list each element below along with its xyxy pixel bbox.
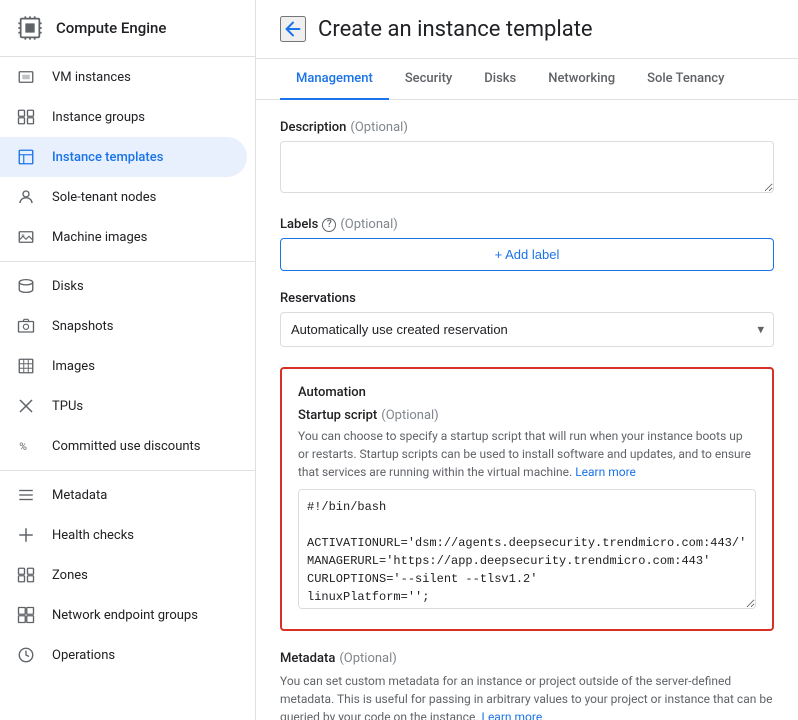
svg-text:%: % xyxy=(19,440,27,453)
tpus-icon xyxy=(16,396,36,416)
sidebar-item-label-disks: Disks xyxy=(52,279,84,294)
labels-optional: (Optional) xyxy=(340,217,397,232)
sidebar-item-metadata[interactable]: Metadata xyxy=(0,475,247,515)
description-input[interactable] xyxy=(280,141,774,193)
add-label-button[interactable]: + Add label xyxy=(280,238,774,271)
automation-title: Automation xyxy=(298,385,756,400)
description-label: Description (Optional) xyxy=(280,120,774,135)
metadata-optional: (Optional) xyxy=(339,651,396,666)
back-button[interactable] xyxy=(280,16,306,42)
tab-sole-tenancy[interactable]: Sole Tenancy xyxy=(631,59,740,100)
sidebar-item-label-machine-images: Machine images xyxy=(52,230,147,245)
startup-script-input[interactable]: #!/bin/bash ACTIVATIONURL='dsm://agents.… xyxy=(298,489,756,609)
tabs: Management Security Disks Networking Sol… xyxy=(256,59,798,100)
network-endpoint-groups-icon xyxy=(16,605,36,625)
sidebar-title: Compute Engine xyxy=(56,19,166,37)
sole-tenant-nodes-icon xyxy=(16,187,36,207)
sidebar-item-label-health-checks: Health checks xyxy=(52,528,134,543)
reservations-section: Reservations Automatically use created r… xyxy=(280,291,774,347)
sidebar-divider-2 xyxy=(0,470,255,471)
sidebar-item-label-snapshots: Snapshots xyxy=(52,319,114,334)
sidebar-item-machine-images[interactable]: Machine images xyxy=(0,217,247,257)
sidebar-item-committed-use-discounts[interactable]: % Committed use discounts xyxy=(0,426,247,466)
labels-label: Labels ? (Optional) xyxy=(280,217,774,232)
health-checks-icon xyxy=(16,525,36,545)
sidebar-item-label-operations: Operations xyxy=(52,648,115,663)
reservations-select-wrapper: Automatically use created reservationSel… xyxy=(280,312,774,347)
sidebar-item-sole-tenant-nodes[interactable]: Sole-tenant nodes xyxy=(0,177,247,217)
main-content: Create an instance template Management S… xyxy=(256,0,798,720)
sidebar-item-tpus[interactable]: TPUs xyxy=(0,386,247,426)
reservations-label: Reservations xyxy=(280,291,774,306)
sidebar-item-label-zones: Zones xyxy=(52,568,88,583)
sidebar-item-label-instance-groups: Instance groups xyxy=(52,110,145,125)
machine-images-icon xyxy=(16,227,36,247)
sidebar-item-health-checks[interactable]: Health checks xyxy=(0,515,247,555)
instance-templates-icon xyxy=(16,147,36,167)
sidebar-item-instance-templates[interactable]: Instance templates xyxy=(0,137,247,177)
description-optional: (Optional) xyxy=(350,120,407,135)
sidebar-item-vm-instances[interactable]: VM instances xyxy=(0,57,247,97)
sidebar-item-label-instance-templates: Instance templates xyxy=(52,150,163,165)
sidebar-item-label-network-endpoint-groups: Network endpoint groups xyxy=(52,608,198,623)
startup-script-optional: (Optional) xyxy=(381,408,438,423)
metadata-section: Metadata (Optional) You can set custom m… xyxy=(280,651,774,720)
sidebar-item-disks[interactable]: Disks xyxy=(0,266,247,306)
metadata-icon xyxy=(16,485,36,505)
sidebar-item-images[interactable]: Images xyxy=(0,346,247,386)
sidebar-item-label-sole-tenant-nodes: Sole-tenant nodes xyxy=(52,190,156,205)
sidebar: Compute Engine VM instances Instance gro… xyxy=(0,0,256,720)
labels-help-icon[interactable]: ? xyxy=(322,218,336,232)
reservations-select[interactable]: Automatically use created reservationSel… xyxy=(280,312,774,347)
tab-networking[interactable]: Networking xyxy=(532,59,631,100)
sidebar-item-zones[interactable]: Zones xyxy=(0,555,247,595)
main-header: Create an instance template xyxy=(256,0,798,59)
startup-script-learn-more-link[interactable]: Learn more xyxy=(575,465,636,479)
metadata-learn-more-link[interactable]: Learn more xyxy=(481,710,542,720)
compute-engine-icon xyxy=(16,14,44,42)
sidebar-header: Compute Engine xyxy=(0,0,255,57)
sidebar-item-snapshots[interactable]: Snapshots xyxy=(0,306,247,346)
description-section: Description (Optional) xyxy=(280,120,774,197)
sidebar-item-label-metadata: Metadata xyxy=(52,488,107,503)
form-content: Description (Optional) Labels ? (Optiona… xyxy=(256,100,798,720)
metadata-description: You can set custom metadata for an insta… xyxy=(280,672,774,720)
instance-groups-icon xyxy=(16,107,36,127)
snapshots-icon xyxy=(16,316,36,336)
metadata-label: Metadata (Optional) xyxy=(280,651,774,666)
sidebar-item-instance-groups[interactable]: Instance groups xyxy=(0,97,247,137)
sidebar-item-label-vm-instances: VM instances xyxy=(52,70,131,85)
operations-icon xyxy=(16,645,36,665)
sidebar-item-network-endpoint-groups[interactable]: Network endpoint groups xyxy=(0,595,247,635)
sidebar-item-label-tpus: TPUs xyxy=(52,399,83,414)
vm-instances-icon xyxy=(16,67,36,87)
automation-box: Automation Startup script (Optional) You… xyxy=(280,367,774,631)
images-icon xyxy=(16,356,36,376)
tab-management[interactable]: Management xyxy=(280,59,389,100)
disks-icon xyxy=(16,276,36,296)
page-title: Create an instance template xyxy=(318,17,593,42)
committed-use-discounts-icon: % xyxy=(16,436,36,456)
sidebar-item-label-committed-use-discounts: Committed use discounts xyxy=(52,439,201,454)
startup-script-label: Startup script (Optional) xyxy=(298,408,756,423)
zones-icon xyxy=(16,565,36,585)
tab-disks[interactable]: Disks xyxy=(468,59,532,100)
sidebar-item-label-images: Images xyxy=(52,359,95,374)
startup-script-description: You can choose to specify a startup scri… xyxy=(298,427,756,481)
sidebar-divider-1 xyxy=(0,261,255,262)
labels-section: Labels ? (Optional) + Add label xyxy=(280,217,774,271)
sidebar-item-operations[interactable]: Operations xyxy=(0,635,247,675)
tab-security[interactable]: Security xyxy=(389,59,468,100)
